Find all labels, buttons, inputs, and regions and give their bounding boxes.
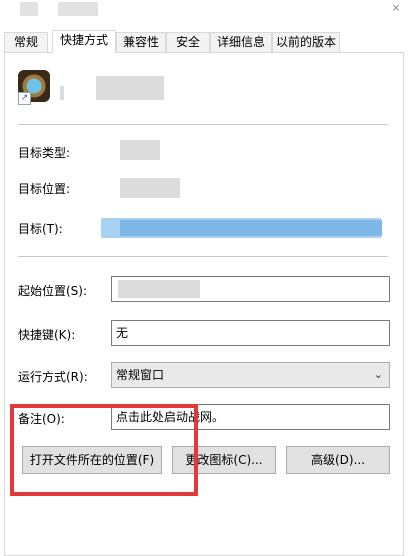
tab-previous-versions[interactable]: 以前的版本 — [272, 32, 340, 52]
divider — [18, 256, 388, 257]
target-type-value-blur — [120, 140, 160, 160]
title-blur — [58, 2, 98, 16]
tab-compatibility[interactable]: 兼容性 — [116, 32, 166, 52]
comment-input[interactable]: 点击此处启动战网。 — [111, 404, 390, 430]
title-bar: × — [0, 0, 408, 30]
open-file-location-button[interactable]: 打开文件所在的位置(F) — [22, 446, 162, 474]
tab-general[interactable]: 常规 — [4, 32, 48, 52]
run-select[interactable]: 常规窗口 ⌄ — [111, 362, 390, 388]
tab-security[interactable]: 安全 — [166, 32, 210, 52]
divider — [18, 124, 388, 125]
shortcut-key-input[interactable]: 无 — [111, 320, 390, 346]
run-select-value: 常规窗口 — [116, 368, 165, 382]
chevron-down-icon: ⌄ — [373, 368, 383, 381]
tab-shortcut[interactable]: 快捷方式 — [52, 30, 116, 53]
target-location-label: 目标位置: — [18, 182, 71, 196]
tab-strip: 常规 快捷方式 兼容性 安全 详细信息 以前的版本 — [4, 30, 404, 53]
target-input-selection — [120, 220, 382, 236]
target-location-value-blur — [120, 178, 180, 198]
tab-details[interactable]: 详细信息 — [210, 32, 272, 52]
shortcut-key-label: 快捷键(K): — [18, 328, 76, 342]
change-icon-button[interactable]: 更改图标(C)... — [172, 446, 276, 474]
run-label: 运行方式(R): — [18, 370, 88, 384]
close-icon[interactable]: × — [390, 2, 402, 14]
start-in-value-blur — [118, 280, 200, 298]
name-blur — [96, 76, 164, 100]
advanced-button[interactable]: 高级(D)... — [286, 446, 390, 474]
comment-label: 备注(O): — [18, 412, 65, 426]
title-blur — [20, 2, 38, 16]
shortcut-arrow-icon: ↗ — [18, 92, 31, 105]
start-in-label: 起始位置(S): — [18, 284, 88, 298]
target-label: 目标(T): — [18, 222, 63, 236]
properties-panel — [4, 52, 404, 556]
name-blur — [60, 86, 64, 100]
target-type-label: 目标类型: — [18, 146, 71, 160]
